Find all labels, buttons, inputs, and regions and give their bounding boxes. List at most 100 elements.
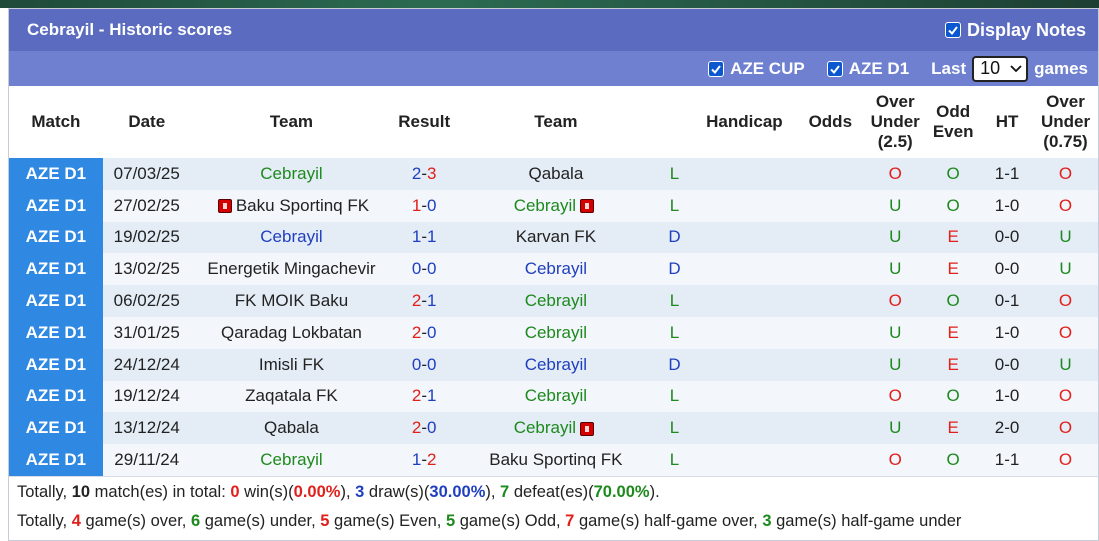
- result-cell[interactable]: 2-3: [392, 158, 457, 190]
- away-team-cell[interactable]: Cebrayil: [456, 189, 656, 222]
- result-cell[interactable]: 2-0: [392, 316, 457, 349]
- away-team-name[interactable]: Cebrayil: [514, 418, 576, 437]
- home-team-cell[interactable]: Cebrayil: [190, 221, 393, 254]
- display-notes-checkbox[interactable]: [944, 22, 961, 38]
- away-team-cell[interactable]: Karvan FK: [456, 221, 656, 254]
- last-games-select[interactable]: 10: [972, 55, 1029, 82]
- league-cell[interactable]: AZE D1: [9, 412, 103, 445]
- summary-segment: 30.00%: [429, 482, 486, 501]
- home-team-name[interactable]: Energetik Mingachevir: [207, 259, 375, 278]
- away-team-cell[interactable]: Cebrayil: [456, 253, 656, 286]
- away-team-cell[interactable]: Cebrayil: [456, 348, 656, 381]
- away-team-cell[interactable]: Cebrayil: [456, 316, 656, 349]
- table-row[interactable]: AZE D1 27/02/25 Baku Sportinq FK 1-0 Cebrayi…: [9, 189, 1098, 222]
- table-row[interactable]: AZE D1 19/02/25 Cebrayil 1-1 Karvan FK D U E 0-0…: [9, 221, 1098, 254]
- league-cell[interactable]: AZE D1: [9, 221, 103, 254]
- outcome-cell: L: [655, 189, 694, 222]
- home-team-cell[interactable]: FK MOIK Baku: [190, 285, 393, 317]
- away-team-name[interactable]: Qabala: [528, 164, 583, 183]
- away-team-name[interactable]: Baku Sportinq FK: [489, 450, 622, 469]
- table-row[interactable]: AZE D1 31/01/25 Qaradag Lokbatan 2-0 Cebrayi…: [9, 316, 1098, 349]
- home-team-name[interactable]: Qabala: [264, 418, 319, 437]
- home-team-name[interactable]: Cebrayil: [260, 450, 322, 469]
- away-team-cell[interactable]: Cebrayil: [456, 380, 656, 413]
- summary-segment: ),: [485, 482, 501, 501]
- league-cell[interactable]: AZE D1: [9, 253, 103, 286]
- home-team-name[interactable]: Imisli FK: [259, 355, 324, 374]
- home-team-cell[interactable]: Energetik Mingachevir: [190, 253, 393, 286]
- home-team-cell[interactable]: Qabala: [190, 412, 393, 445]
- league-cell[interactable]: AZE D1: [9, 316, 103, 349]
- away-team-name[interactable]: Cebrayil: [514, 196, 576, 215]
- table-row[interactable]: AZE D1 06/02/25 FK MOIK Baku 2-1 Cebrayil L O O…: [9, 285, 1098, 317]
- home-team-name[interactable]: Cebrayil: [260, 164, 322, 183]
- home-team-name[interactable]: Cebrayil: [260, 227, 322, 246]
- summary-segment: game(s) over,: [80, 511, 191, 530]
- date-cell: 24/12/24: [102, 348, 191, 381]
- summary-segment: 10: [71, 482, 91, 501]
- home-team-name[interactable]: FK MOIK Baku: [235, 291, 348, 310]
- away-team-name[interactable]: Cebrayil: [525, 291, 587, 310]
- aze-d1-checkbox[interactable]: [826, 60, 843, 77]
- handicap-cell: [693, 189, 796, 222]
- league-cell[interactable]: AZE D1: [9, 380, 103, 413]
- panel-title-bar: Cebrayil - Historic scores Display Notes: [9, 9, 1098, 51]
- away-team-name[interactable]: Cebrayil: [525, 323, 587, 342]
- result-cell[interactable]: 0-0: [392, 253, 457, 286]
- table-row[interactable]: AZE D1 07/03/25 Cebrayil 2-3 Qabala L O O 1-1 O: [9, 158, 1098, 190]
- table-row[interactable]: AZE D1 19/12/24 Zaqatala FK 2-1 Cebrayil L O O 1…: [9, 380, 1098, 413]
- home-team-cell[interactable]: Cebrayil: [190, 444, 393, 476]
- summary-segment: 5: [445, 511, 456, 530]
- league-cell[interactable]: AZE D1: [9, 158, 103, 190]
- table-row[interactable]: AZE D1 29/11/24 Cebrayil 1-2 Baku Sportinq F…: [9, 444, 1098, 476]
- red-card-icon: [580, 199, 595, 214]
- handicap-cell: [693, 158, 796, 190]
- outcome-cell: L: [655, 444, 694, 476]
- table-row[interactable]: AZE D1 13/12/24 Qabala 2-0 Cebrayil L U E 2-0 O: [9, 412, 1098, 445]
- table-row[interactable]: AZE D1 13/02/25 Energetik Mingachevir 0-0 Ce…: [9, 253, 1098, 286]
- outcome-cell: L: [655, 412, 694, 445]
- display-notes-toggle[interactable]: Display Notes: [944, 20, 1086, 41]
- league-cell[interactable]: AZE D1: [9, 189, 103, 222]
- result-cell[interactable]: 2-1: [392, 380, 457, 413]
- odd-even-cell: E: [925, 412, 982, 445]
- away-team-cell[interactable]: Qabala: [456, 158, 656, 190]
- result-cell[interactable]: 1-0: [392, 189, 457, 222]
- col-team-home: Team: [190, 86, 393, 158]
- result-cell[interactable]: 1-2: [392, 444, 457, 476]
- home-team-cell[interactable]: Qaradag Lokbatan: [190, 316, 393, 349]
- ht-cell: 1-0: [981, 189, 1033, 222]
- home-team-cell[interactable]: Baku Sportinq FK: [190, 189, 393, 222]
- home-team-name[interactable]: Qaradag Lokbatan: [221, 323, 362, 342]
- away-team-cell[interactable]: Cebrayil: [456, 285, 656, 317]
- home-team-name[interactable]: Zaqatala FK: [245, 386, 338, 405]
- result-cell[interactable]: 2-1: [392, 285, 457, 317]
- over-under-cell: U: [865, 189, 926, 222]
- odds-cell: [795, 221, 866, 254]
- over-under-half-cell: U: [1033, 253, 1098, 286]
- home-team-cell[interactable]: Cebrayil: [190, 158, 393, 190]
- result-cell[interactable]: 1-1: [392, 221, 457, 254]
- table-row[interactable]: AZE D1 24/12/24 Imisli FK 0-0 Cebrayil D U E 0-0…: [9, 348, 1098, 381]
- ht-cell: 2-0: [981, 412, 1033, 445]
- away-team-name[interactable]: Karvan FK: [516, 227, 596, 246]
- away-team-cell[interactable]: Cebrayil: [456, 412, 656, 445]
- red-card-icon: [580, 421, 595, 436]
- result-cell[interactable]: 2-0: [392, 412, 457, 445]
- table-header-row: Match Date Team Result Team Handicap Odd…: [9, 86, 1098, 158]
- league-cell[interactable]: AZE D1: [9, 285, 103, 317]
- last-games-value: 10: [980, 58, 1001, 78]
- aze-cup-checkbox[interactable]: [708, 60, 725, 77]
- league-cell[interactable]: AZE D1: [9, 348, 103, 381]
- summary-segment: Totally,: [17, 511, 72, 530]
- away-team-name[interactable]: Cebrayil: [525, 386, 587, 405]
- home-team-name[interactable]: Baku Sportinq FK: [236, 196, 369, 215]
- home-team-cell[interactable]: Imisli FK: [190, 348, 393, 381]
- away-team-name[interactable]: Cebrayil: [525, 259, 587, 278]
- away-team-cell[interactable]: Baku Sportinq FK: [456, 444, 656, 476]
- away-team-name[interactable]: Cebrayil: [525, 355, 587, 374]
- home-team-cell[interactable]: Zaqatala FK: [190, 380, 393, 413]
- league-cell[interactable]: AZE D1: [9, 444, 103, 476]
- result-cell[interactable]: 0-0: [392, 348, 457, 381]
- date-cell: 19/12/24: [102, 380, 191, 413]
